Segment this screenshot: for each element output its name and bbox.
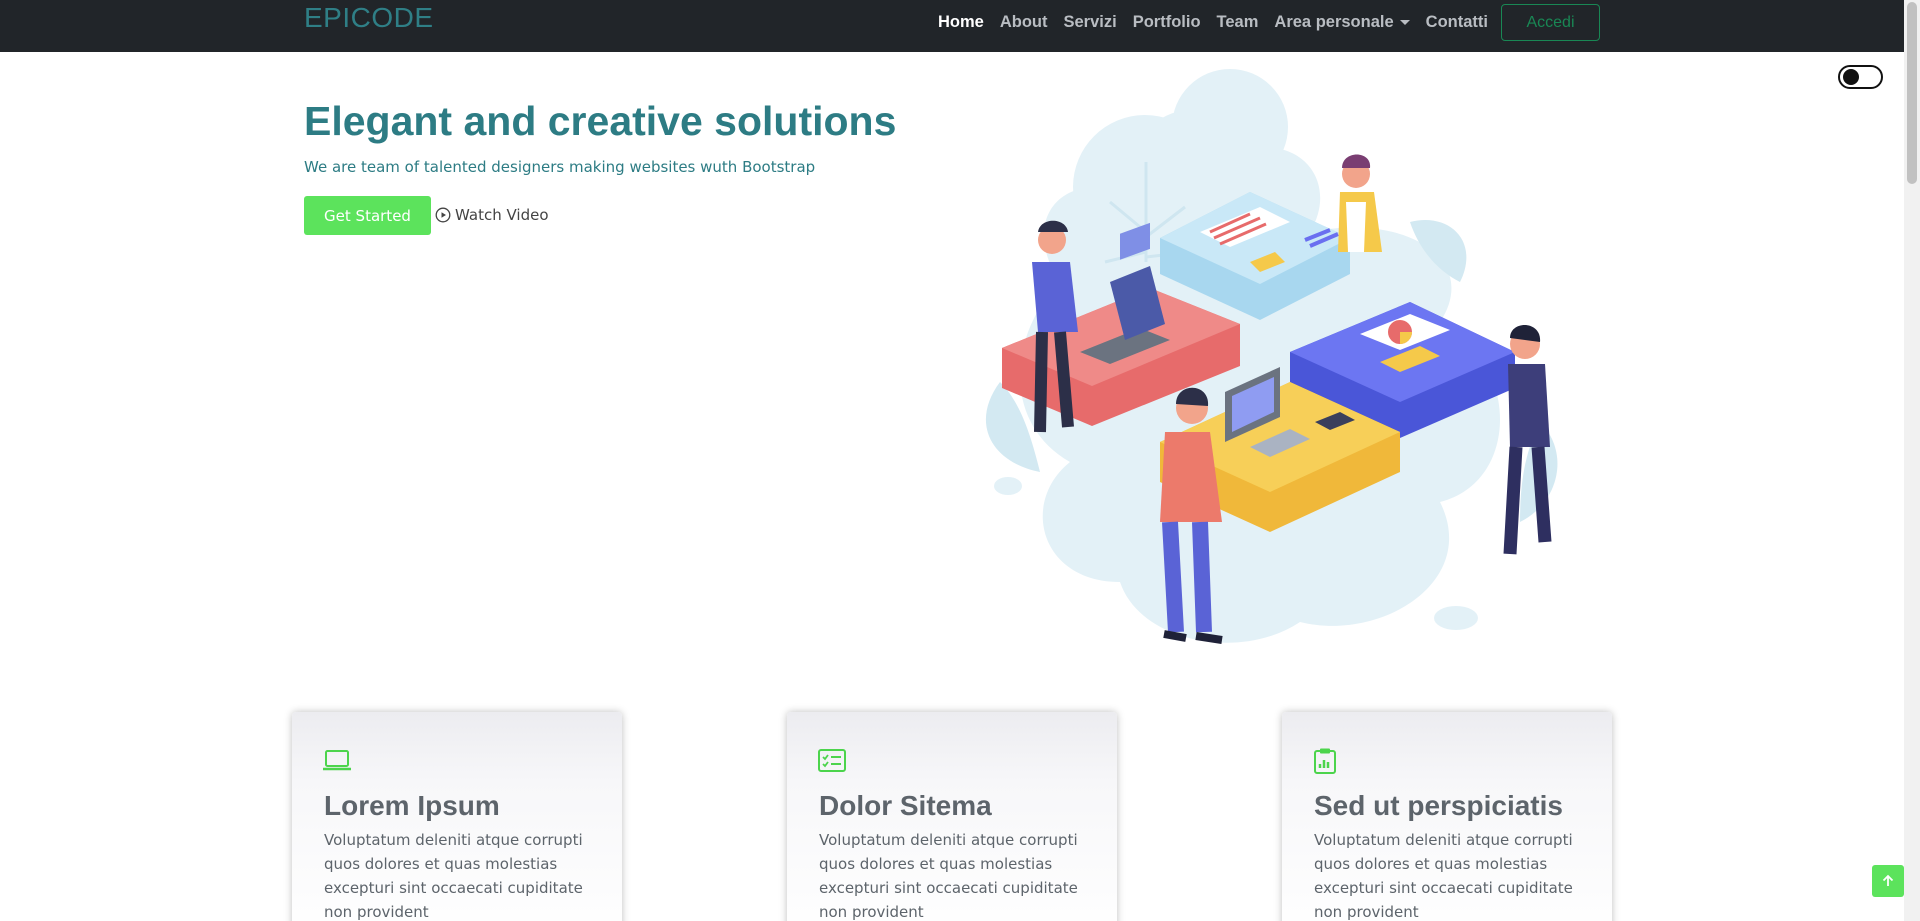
nav-link-contatti[interactable]: Contatti	[1426, 13, 1488, 32]
card-text: Voluptatum deleniti atque corrupti quos …	[1314, 831, 1573, 921]
nav-link-servizi[interactable]: Servizi	[1064, 13, 1117, 32]
scrollbar-thumb[interactable]	[1907, 2, 1917, 184]
play-circle-icon	[435, 207, 451, 223]
login-button[interactable]: Accedi	[1501, 4, 1600, 41]
arrow-up-icon	[1882, 874, 1894, 886]
checklist-icon	[818, 749, 846, 772]
feature-card-lorem-ipsum: Lorem Ipsum Voluptatum deleniti atque co…	[292, 712, 622, 921]
get-started-button[interactable]: Get Started	[304, 196, 431, 235]
card-text: Voluptatum deleniti atque corrupti quos …	[324, 831, 583, 921]
card-text: Voluptatum deleniti atque corrupti quos …	[819, 831, 1078, 921]
clipboard-chart-icon	[1314, 748, 1336, 774]
caret-down-icon	[1399, 19, 1410, 25]
watch-video-link[interactable]: Watch Video	[435, 206, 549, 224]
nav-link-team[interactable]: Team	[1217, 13, 1259, 32]
hero-subtitle: We are team of talented designers making…	[304, 158, 816, 176]
page-scrollbar[interactable]	[1904, 0, 1920, 921]
feature-card-dolor-sitema: Dolor Sitema Voluptatum deleniti atque c…	[787, 712, 1117, 921]
nav-dropdown-label: Area personale	[1274, 12, 1394, 31]
card-title: Lorem Ipsum	[324, 790, 500, 821]
hero-title: Elegant and creative solutions	[304, 98, 897, 144]
card-title: Dolor Sitema	[819, 790, 992, 821]
laptop-icon	[323, 750, 351, 771]
toggle-knob	[1843, 69, 1859, 85]
nav-dropdown-area-personale[interactable]: Area personale	[1274, 12, 1410, 32]
top-navbar: EPICODE Home About Servizi Portfolio Tea…	[0, 0, 1904, 52]
theme-toggle[interactable]	[1838, 65, 1883, 89]
watch-video-label: Watch Video	[455, 206, 549, 224]
nav-link-portfolio[interactable]: Portfolio	[1133, 13, 1201, 32]
nav-link-about[interactable]: About	[1000, 13, 1048, 32]
card-title: Sed ut perspiciatis	[1314, 790, 1563, 821]
brand-logo[interactable]: EPICODE	[304, 2, 434, 34]
feature-card-sed-ut-perspiciatis: Sed ut perspiciatis Voluptatum deleniti …	[1282, 712, 1612, 921]
back-to-top-button[interactable]	[1872, 865, 1904, 897]
nav-link-home[interactable]: Home	[938, 13, 984, 32]
nav-links: Home About Servizi Portfolio Team Area p…	[938, 0, 1504, 44]
hero-illustration	[985, 69, 1558, 644]
